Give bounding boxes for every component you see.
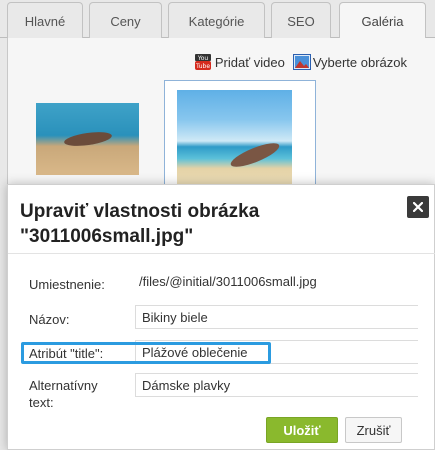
cancel-button[interactable]: Zrušiť (345, 417, 402, 443)
location-label: Umiestnenie: (29, 277, 105, 292)
dialog-divider (8, 253, 435, 254)
alt-text-label: Alternatívny text: (29, 378, 98, 410)
edit-image-dialog: Upraviť vlastnosti obrázka "3011006small… (7, 184, 435, 450)
alt-text-input[interactable] (135, 373, 418, 397)
close-icon (413, 202, 423, 212)
title-attribute-input[interactable] (135, 340, 418, 364)
name-label: Názov: (29, 312, 70, 327)
name-input[interactable] (135, 305, 418, 329)
title-attribute-label: Atribút "title": (29, 346, 104, 361)
location-value: /files/@initial/3011006small.jpg (139, 274, 317, 289)
save-button[interactable]: Uložiť (266, 417, 338, 443)
close-button[interactable] (407, 196, 429, 218)
dialog-title: Upraviť vlastnosti obrázka "3011006small… (20, 201, 260, 247)
